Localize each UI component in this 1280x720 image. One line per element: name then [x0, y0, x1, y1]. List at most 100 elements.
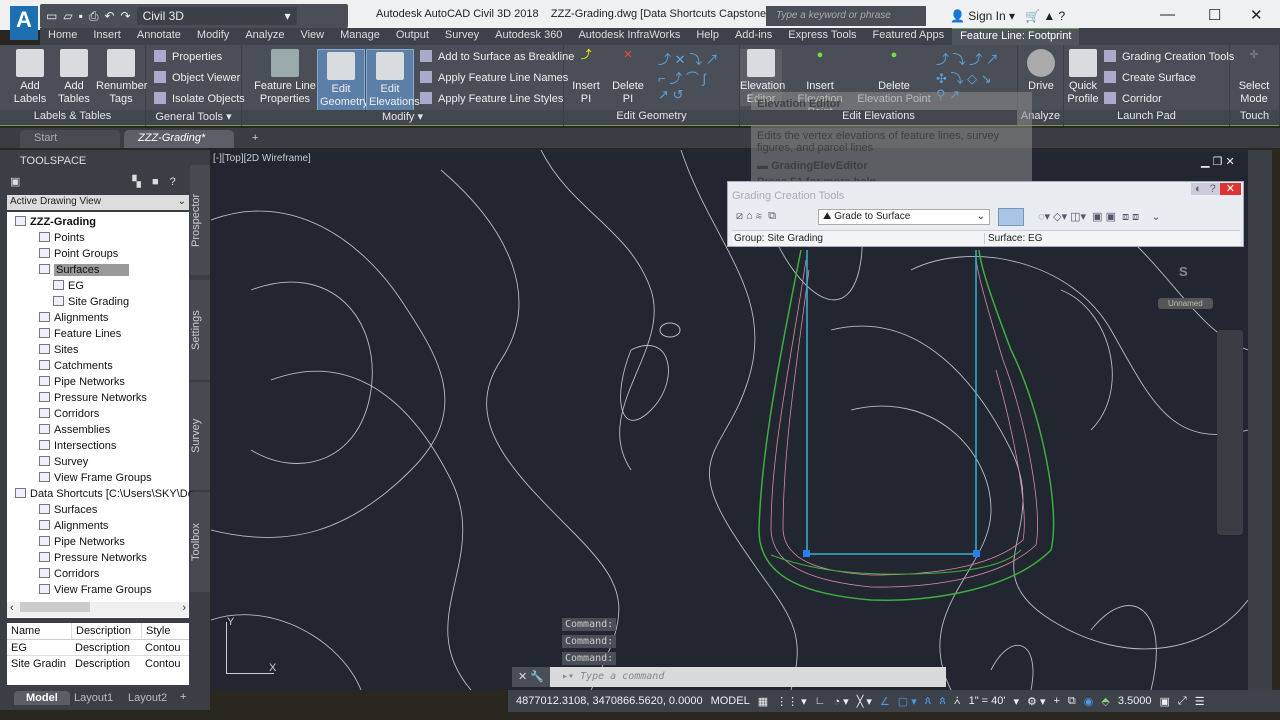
add-layout-button[interactable]: +: [180, 691, 186, 703]
application-menu-button[interactable]: A: [10, 6, 38, 40]
tree-item[interactable]: Pipe Networks: [39, 536, 125, 548]
open-icon[interactable]: ▱: [63, 9, 72, 23]
new-tab-button[interactable]: +: [238, 130, 272, 148]
plus-icon[interactable]: +: [1053, 695, 1059, 707]
exchange-icon[interactable]: ▲: [1043, 9, 1055, 23]
column-style[interactable]: Style: [141, 623, 170, 639]
workspace-select[interactable]: Civil 3D ▾: [136, 7, 297, 25]
isolate-objects-button[interactable]: Isolate Objects: [154, 92, 245, 105]
new-icon[interactable]: ▭: [46, 9, 57, 23]
grading-criteria-select[interactable]: ⛰ Grade to Surface ⌄: [818, 209, 990, 225]
tab-layout2[interactable]: Layout2: [122, 691, 173, 705]
restore-icon[interactable]: ❐: [1213, 156, 1223, 168]
viewport-controls[interactable]: [-][Top][2D Wireframe]: [213, 153, 311, 164]
tab-analyze[interactable]: Analyze: [237, 28, 292, 45]
select-mode-button[interactable]: ✛ Select Mode: [1234, 49, 1274, 106]
tab-layout1[interactable]: Layout1: [68, 691, 119, 705]
annotation-scale-select[interactable]: 1" = 40': [969, 695, 1006, 707]
drive-button[interactable]: Drive: [1024, 49, 1058, 93]
object-viewer-button[interactable]: Object Viewer: [154, 71, 240, 84]
tree-icon[interactable]: ▚: [132, 176, 140, 188]
gear-icon[interactable]: ⚙ ▾: [1027, 695, 1045, 708]
tab-insert[interactable]: Insert: [85, 28, 129, 45]
help-icon[interactable]: ?: [170, 176, 176, 188]
help-icon[interactable]: ?: [1205, 183, 1220, 195]
tab-prospector[interactable]: Prospector: [190, 165, 210, 275]
save-icon[interactable]: ▪: [79, 9, 83, 23]
panel-title-modify[interactable]: Modify ▾: [242, 110, 563, 125]
tab-home[interactable]: Home: [40, 28, 85, 45]
tab-manage[interactable]: Manage: [332, 28, 388, 45]
tab-help[interactable]: Help: [688, 28, 727, 45]
tree-item[interactable]: View Frame Groups: [39, 584, 152, 596]
cart-icon[interactable]: 🛒: [1025, 9, 1040, 23]
create-grading-button[interactable]: [998, 208, 1024, 226]
annotation-visibility-icon[interactable]: ጰ: [925, 695, 932, 708]
right-tool-palette[interactable]: [1248, 150, 1272, 690]
feature-line-properties-button[interactable]: Feature Line Properties: [250, 49, 320, 106]
wrench-icon[interactable]: 🔧: [530, 671, 544, 683]
tree-item[interactable]: ZZZ-Grading: [15, 216, 96, 228]
panel-icon[interactable]: ■: [152, 176, 159, 188]
column-description[interactable]: Description: [71, 623, 141, 639]
tree-item[interactable]: Points: [39, 232, 85, 244]
isolate-icon[interactable]: ◉: [1084, 695, 1094, 708]
drawing-icon[interactable]: ▣: [10, 176, 20, 188]
tree-item[interactable]: Intersections: [39, 440, 116, 452]
tab-feature-line-footprint[interactable]: Feature Line: Footprint: [952, 28, 1080, 45]
tree-item[interactable]: Pressure Networks: [39, 552, 147, 564]
tree-item[interactable]: Corridors: [39, 408, 99, 420]
tree-item[interactable]: Survey: [39, 456, 88, 468]
corridor-button[interactable]: Corridor: [1104, 92, 1162, 105]
tab-settings[interactable]: Settings: [190, 280, 210, 380]
apply-names-button[interactable]: Apply Feature Line Names: [420, 71, 568, 84]
tab-infraworks[interactable]: Autodesk InfraWorks: [570, 28, 688, 45]
tree-item[interactable]: Data Shortcuts [C:\Users\SKY\De...: [15, 488, 203, 500]
close-icon[interactable]: ✕: [1225, 156, 1234, 168]
column-name[interactable]: Name: [7, 623, 71, 639]
renumber-tags-button[interactable]: Renumber Tags: [96, 49, 147, 106]
tab-modify[interactable]: Modify: [189, 28, 237, 45]
tab-autodesk-360[interactable]: Autodesk 360: [487, 28, 570, 45]
tree-item[interactable]: Sites: [39, 344, 78, 356]
minimize-icon[interactable]: ▁: [1201, 156, 1209, 168]
navigation-bar[interactable]: [1217, 330, 1243, 535]
annotation-scale-icon[interactable]: ⩑: [954, 695, 961, 708]
insert-pi-button[interactable]: ⤴ Insert PI: [566, 49, 606, 106]
close-icon[interactable]: ✕: [518, 671, 527, 683]
viewcube-compass[interactable]: S: [1179, 264, 1188, 279]
units-icon[interactable]: ⧉: [1068, 695, 1076, 708]
tree-horizontal-scrollbar[interactable]: ‹ ›: [7, 602, 189, 617]
redo-icon[interactable]: ↷: [121, 9, 131, 23]
delete-pi-button[interactable]: ✕ Delete PI: [606, 49, 650, 106]
list-row[interactable]: Site Gradin Description Contou: [7, 656, 189, 672]
grading-edit-icons[interactable]: ◌▾ ◇▾ ◫▾ ▣ ▣ ⧈ ⧈ ⌄: [1038, 210, 1161, 224]
grid-icon[interactable]: ▦: [758, 695, 768, 708]
print-icon[interactable]: ⎙: [89, 9, 99, 24]
tab-zzz-grading[interactable]: ZZZ-Grading*: [124, 130, 234, 148]
quick-profile-button[interactable]: Quick Profile: [1066, 49, 1100, 106]
properties-button[interactable]: Properties: [154, 50, 222, 63]
edit-elevations-button[interactable]: Edit Elevations: [366, 49, 420, 112]
minimize-button[interactable]: —: [1160, 6, 1175, 23]
apply-styles-button[interactable]: Apply Feature Line Styles: [420, 92, 563, 105]
tab-featured-apps[interactable]: Featured Apps: [865, 28, 953, 45]
snap-icon[interactable]: ⋮⋮ ▾: [776, 695, 807, 708]
tree-item[interactable]: Corridors: [39, 568, 99, 580]
tab-toolbox[interactable]: Toolbox: [190, 492, 210, 592]
close-icon[interactable]: ✕: [1219, 183, 1241, 195]
tab-model[interactable]: Model: [14, 691, 70, 705]
prospector-tree[interactable]: ZZZ-Grading Points Point Groups Surfaces EG S…: [7, 212, 203, 618]
tree-item[interactable]: Assemblies: [39, 424, 110, 436]
tree-item[interactable]: Catchments: [39, 360, 113, 372]
tab-survey[interactable]: Survey: [437, 28, 487, 45]
maximize-button[interactable]: ☐: [1208, 6, 1221, 24]
add-labels-button[interactable]: Add Labels: [12, 49, 48, 106]
grading-group-label[interactable]: Group: Site Grading: [734, 233, 823, 244]
close-button[interactable]: ✕: [1250, 6, 1263, 24]
edit-geometry-button[interactable]: Edit Geometry: [317, 49, 368, 112]
tree-item[interactable]: Feature Lines: [39, 328, 121, 340]
grading-surface-label[interactable]: Surface: EG: [984, 233, 1042, 244]
named-view-select[interactable]: Unnamed: [1158, 298, 1213, 309]
tree-item[interactable]: View Frame Groups: [39, 472, 152, 484]
